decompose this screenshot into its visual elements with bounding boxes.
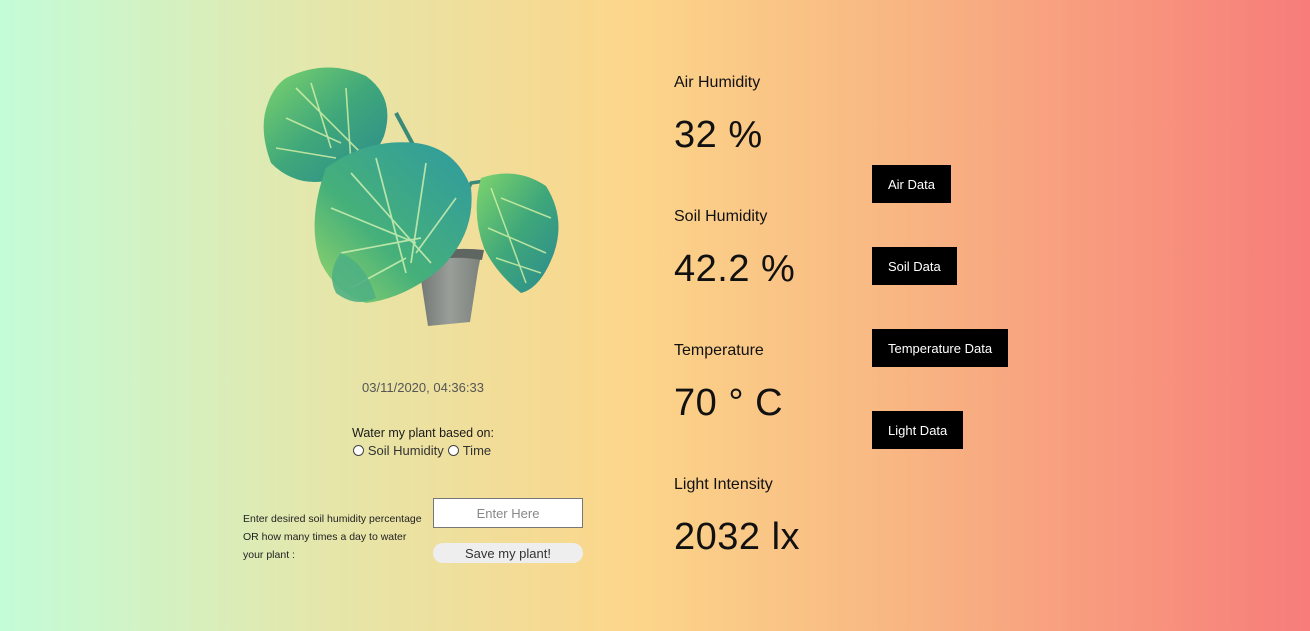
water-mode-title: Water my plant based on: — [352, 426, 494, 440]
plant-illustration — [263, 67, 559, 326]
water-mode-options: Soil Humidity Time — [300, 443, 546, 458]
desired-value-input[interactable] — [433, 498, 583, 528]
air-humidity-value: 32 % — [674, 114, 763, 156]
timestamp: 03/11/2020, 04:36:33 — [362, 380, 484, 395]
desired-value-label: Enter desired soil humidity percentage O… — [243, 513, 422, 561]
temperature-data-button[interactable]: Temperature Data — [872, 329, 1009, 367]
light-data-button[interactable]: Light Data — [872, 411, 964, 449]
temperature-label: Temperature — [674, 342, 764, 359]
soil-data-button[interactable]: Soil Data — [872, 247, 957, 285]
light-intensity-value: 2032 lx — [674, 516, 801, 558]
water-mode-group: Water my plant based on: Soil Humidity T… — [300, 426, 546, 458]
soil-humidity-value: 42.2 % — [674, 248, 796, 290]
air-humidity-label: Air Humidity — [674, 74, 761, 91]
soil-humidity-label: Soil Humidity — [674, 208, 768, 225]
soil-humidity-radio-label[interactable]: Soil Humidity — [368, 443, 444, 458]
save-plant-button[interactable]: Save my plant! — [433, 543, 583, 563]
air-data-button[interactable]: Air Data — [872, 165, 951, 203]
light-intensity-label: Light Intensity — [674, 476, 773, 493]
temperature-value: 70 ° C — [674, 382, 784, 424]
soil-humidity-radio[interactable] — [352, 445, 364, 456]
time-radio-label[interactable]: Time — [463, 443, 491, 458]
time-radio[interactable] — [447, 445, 459, 456]
